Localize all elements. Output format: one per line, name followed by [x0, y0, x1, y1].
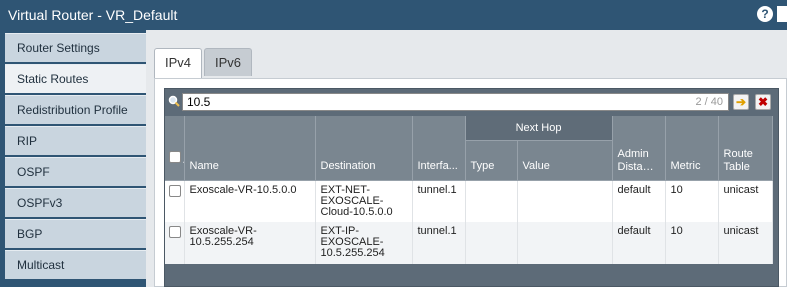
row-select-cell — [165, 222, 185, 264]
column-header-interface[interactable]: Interfa... — [412, 116, 466, 181]
routes-grid: 2 / 40 ➔ ✖ — [164, 88, 779, 287]
cell-admin-distance: default — [612, 180, 666, 222]
sidebar-item-redistribution-profile[interactable]: Redistribution Profile — [5, 95, 146, 124]
column-header-type[interactable]: Type — [465, 140, 518, 181]
select-all-checkbox[interactable] — [169, 150, 181, 163]
help-icon[interactable]: ? — [757, 6, 773, 22]
cell-admin-distance: default — [612, 222, 666, 264]
column-header-name[interactable]: Name — [184, 116, 316, 181]
sidebar-item-rip[interactable]: RIP — [5, 126, 146, 155]
row-checkbox[interactable] — [169, 226, 181, 238]
sidebar: Router Settings Static Routes Redistribu… — [0, 30, 146, 287]
sidebar-item-bgp[interactable]: BGP — [5, 219, 146, 248]
column-header-admin-distance[interactable]: Admin Distance — [612, 116, 666, 181]
sidebar-item-static-routes[interactable]: Static Routes — [5, 64, 146, 93]
row-checkbox[interactable] — [169, 184, 181, 197]
sidebar-item-multicast[interactable]: Multicast — [5, 250, 146, 279]
cell-type — [465, 180, 518, 222]
main-content: IPv4 IPv6 2 / 40 ➔ ✖ — [146, 30, 787, 287]
cell-interface: tunnel.1 — [412, 222, 466, 264]
tab-panel: 2 / 40 ➔ ✖ — [154, 78, 787, 287]
tab-ipv6[interactable]: IPv6 — [204, 48, 253, 76]
sidebar-item-ospfv3[interactable]: OSPFv3 — [5, 188, 146, 217]
column-header-route-table[interactable]: Route Table — [718, 116, 773, 181]
window-title: Virtual Router - VR_Default — [8, 7, 178, 23]
column-header-destination[interactable]: Destination — [315, 116, 413, 181]
column-header-value[interactable]: Value — [517, 140, 613, 181]
cell-destination: EXT-NET-EXOSCALE-Cloud-10.5.0.0 — [315, 180, 413, 222]
cell-interface: tunnel.1 — [412, 180, 466, 222]
row-select-cell — [165, 180, 185, 222]
cell-metric: 10 — [665, 180, 719, 222]
search-bar: 2 / 40 ➔ ✖ — [165, 89, 778, 116]
sidebar-item-router-settings[interactable]: Router Settings — [5, 33, 146, 62]
cell-route-table: unicast — [718, 180, 773, 222]
ip-tabs: IPv4 IPv6 — [154, 48, 253, 78]
window-titlebar: Virtual Router - VR_Default ? — [0, 0, 787, 30]
title-icons: ? — [757, 5, 787, 25]
column-header-metric[interactable]: Metric — [665, 116, 719, 181]
static-routes-table: Name Destination Interfa... Next Hop Adm… — [165, 116, 773, 264]
table-row[interactable]: Exoscale-VR-10.5.0.0 EXT-NET-EXOSCALE-Cl… — [165, 180, 773, 222]
menu-icon[interactable] — [777, 6, 787, 22]
cell-value — [517, 180, 613, 222]
cell-route-table: unicast — [718, 222, 773, 264]
select-all-header — [165, 116, 185, 181]
search-result-count: 2 / 40 — [695, 96, 723, 108]
cell-value — [517, 222, 613, 264]
search-input[interactable] — [182, 93, 729, 111]
close-icon[interactable]: ✖ — [755, 94, 771, 110]
search-icon — [168, 95, 180, 107]
arrow-right-icon[interactable]: ➔ — [733, 94, 749, 110]
cell-metric: 10 — [665, 222, 719, 264]
sidebar-item-ospf[interactable]: OSPF — [5, 157, 146, 186]
cell-name[interactable]: Exoscale-VR-10.5.0.0 — [184, 180, 316, 222]
cell-destination: EXT-IP-EXOSCALE-10.5.255.254 — [315, 222, 413, 264]
cell-name[interactable]: Exoscale-VR-10.5.255.254 — [184, 222, 316, 264]
table-row[interactable]: Exoscale-VR-10.5.255.254 EXT-IP-EXOSCALE… — [165, 222, 773, 264]
cell-type — [465, 222, 518, 264]
table-header-group-row: Name Destination Interfa... Next Hop Adm… — [165, 116, 773, 181]
tab-ipv4[interactable]: IPv4 — [154, 48, 203, 78]
column-group-next-hop: Next Hop — [465, 116, 613, 141]
